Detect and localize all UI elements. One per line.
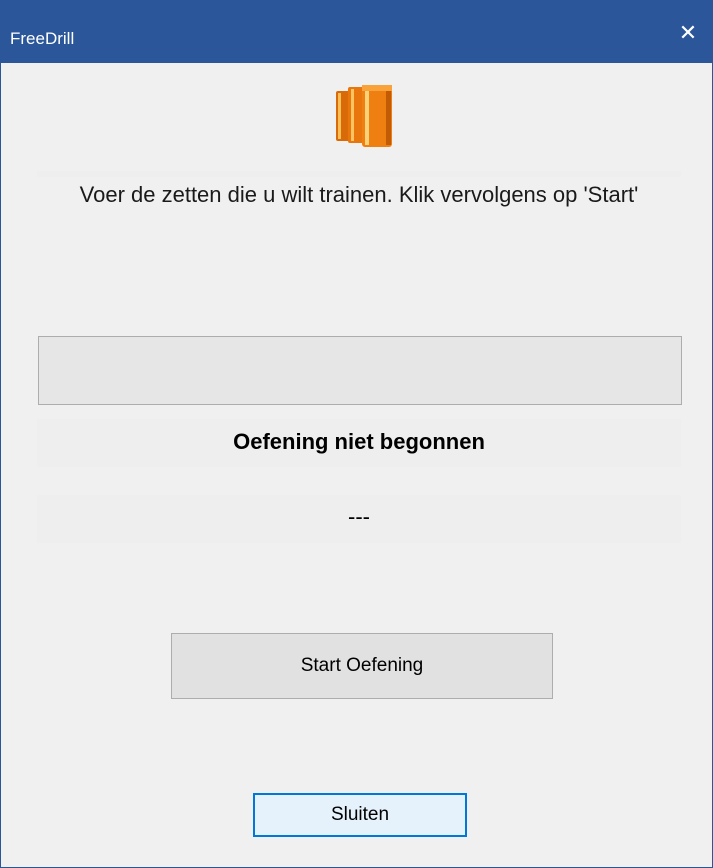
exercise-status: Oefening niet begonnen — [233, 429, 485, 454]
freedrill-dialog: FreeDrill ✕ Voer de zetten die u wilt tr… — [0, 0, 713, 868]
books-icon — [336, 85, 392, 147]
close-icon: ✕ — [678, 20, 698, 45]
exercise-result: --- — [348, 504, 370, 529]
close-window-button[interactable]: ✕ — [664, 15, 712, 51]
instruction-text: Voer de zetten die u wilt trainen. Klik … — [37, 177, 681, 305]
window-title: FreeDrill — [10, 29, 75, 48]
move-display-field — [38, 336, 682, 405]
start-exercise-button[interactable]: Start Oefening — [171, 633, 553, 699]
close-button[interactable]: Sluiten — [253, 793, 467, 837]
title-bar[interactable]: FreeDrill ✕ — [1, 1, 712, 63]
